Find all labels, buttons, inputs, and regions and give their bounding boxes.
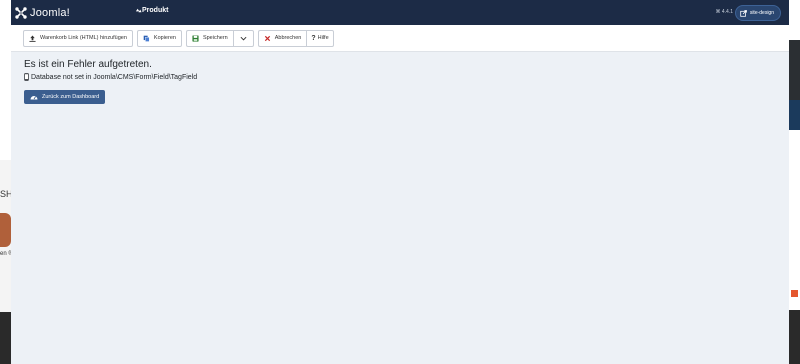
copy-label: Kopieren [153, 35, 176, 41]
user-menu-label: site-design [749, 10, 774, 16]
chevron-down-icon [240, 36, 247, 40]
top-header: Joomla! Produkt ⌘ 4.4.1 site-design [11, 0, 789, 25]
help-label: Hilfe [317, 35, 329, 41]
user-menu-button[interactable]: site-design [734, 5, 781, 21]
page-title: Produkt [135, 7, 168, 14]
error-message: Database not set in Joomla\CMS\Form\Fiel… [24, 73, 776, 81]
error-message-text: Database not set in Joomla\CMS\Form\Fiel… [31, 73, 198, 81]
close-icon [264, 35, 270, 41]
save-dropdown-toggle[interactable] [232, 29, 254, 47]
help-button[interactable]: ? Hilfe [306, 29, 334, 47]
save-button-group: Speichern [185, 29, 254, 47]
background-right-dark-bottom [788, 310, 800, 364]
background-right-dark [788, 40, 800, 100]
cancel-help-group: Abbrechen ? Hilfe [257, 29, 334, 47]
toolbar: Warenkorb Link (HTML) hinzufügen Kopiere… [11, 25, 789, 52]
product-icon [135, 8, 142, 13]
add-cart-link-label: Warenkorb Link (HTML) hinzufügen [40, 35, 127, 41]
upload-icon [29, 34, 36, 42]
logo-text: Joomla! [30, 6, 70, 19]
copy-button[interactable]: Kopieren [136, 29, 182, 47]
back-to-dashboard-button[interactable]: Zurück zum Dashboard [24, 90, 106, 104]
version-label: ⌘ 4.4.1 [715, 9, 733, 15]
error-content: Es ist ein Fehler aufgetreten. Database … [11, 52, 789, 112]
save-label: Speichern [202, 35, 228, 41]
joomla-logo-icon [15, 6, 27, 19]
editor-modal: Joomla! Produkt ⌘ 4.4.1 site-design Ware… [11, 0, 789, 364]
background-left-dark [0, 312, 11, 364]
copy-icon [143, 35, 150, 42]
cancel-label: Abbrechen [274, 35, 302, 41]
page-title-text: Produkt [142, 7, 169, 14]
cancel-button[interactable]: Abbrechen [257, 29, 307, 47]
mobile-icon [24, 73, 29, 81]
save-button[interactable]: Speichern [185, 29, 233, 47]
save-icon [192, 34, 199, 42]
back-to-dashboard-label: Zurück zum Dashboard [42, 94, 100, 100]
background-right-blue [788, 100, 800, 130]
question-icon: ? [311, 34, 316, 42]
error-title: Es ist ein Fehler aufgetreten. [24, 59, 152, 70]
dashboard-icon [30, 96, 38, 100]
external-edit-icon [740, 9, 747, 17]
add-cart-link-button[interactable]: Warenkorb Link (HTML) hinzufügen [23, 29, 133, 47]
joomla-logo[interactable]: Joomla! [15, 7, 70, 19]
background-avatar [0, 213, 11, 247]
background-orange-icon [791, 290, 798, 297]
